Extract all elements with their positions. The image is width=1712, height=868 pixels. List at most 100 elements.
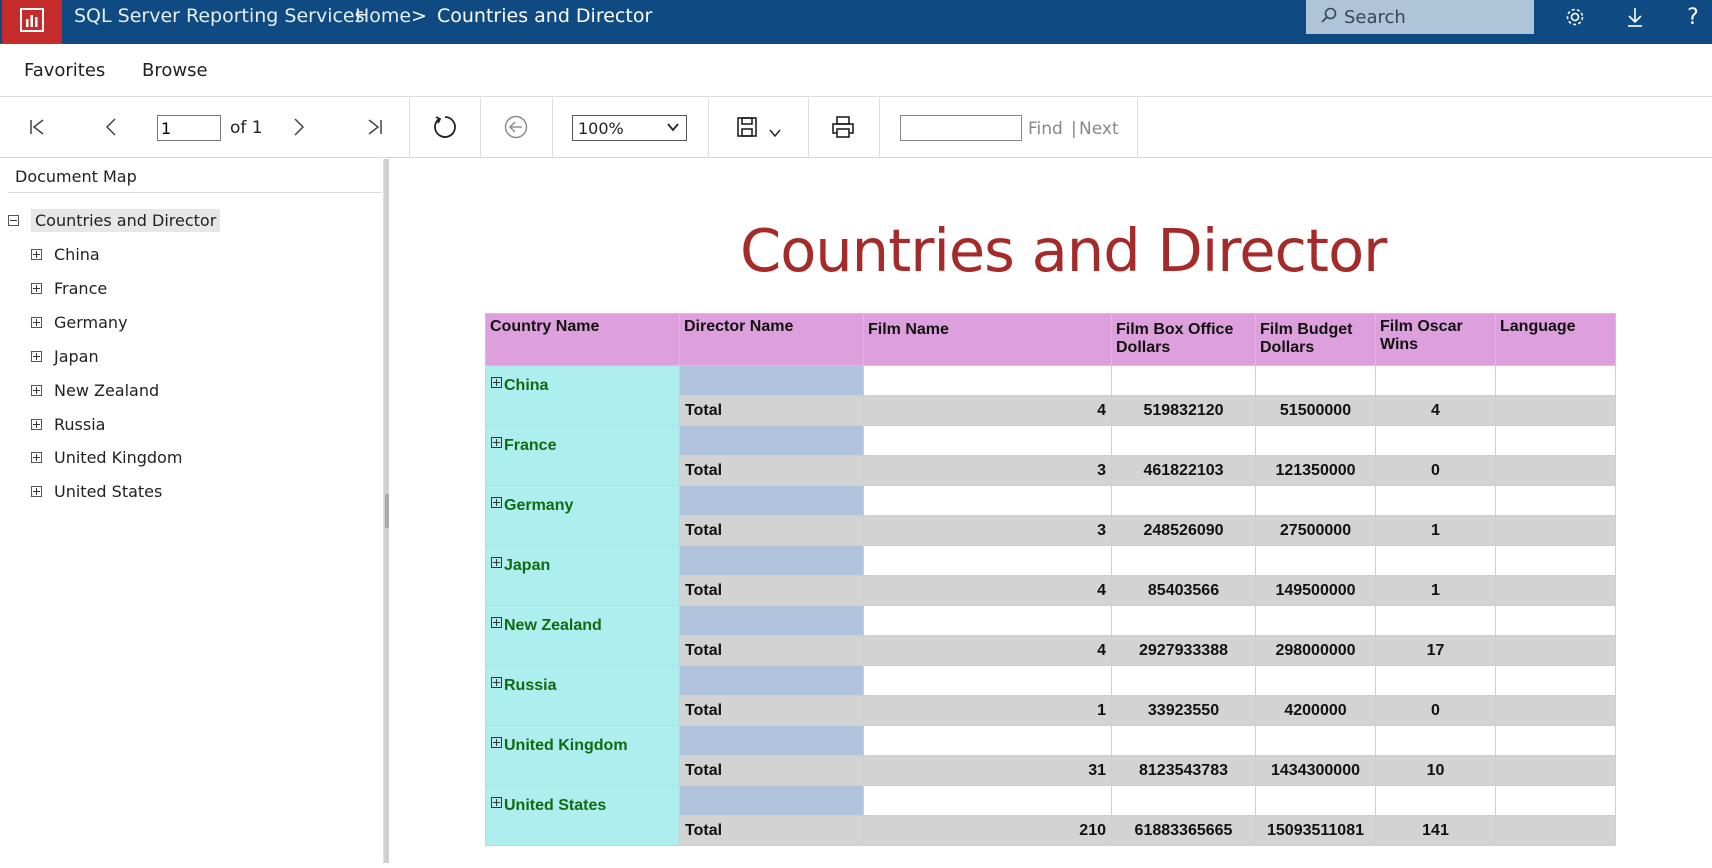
settings-gear-icon[interactable] bbox=[1562, 4, 1588, 30]
tree-node-china[interactable]: China bbox=[31, 241, 100, 267]
total-label: Total bbox=[679, 635, 864, 666]
previous-page-icon[interactable] bbox=[96, 112, 126, 142]
next-page-icon[interactable] bbox=[284, 112, 314, 142]
expand-icon[interactable] bbox=[31, 282, 42, 294]
country-name[interactable]: United Kingdom bbox=[504, 732, 628, 759]
expand-icon[interactable] bbox=[491, 557, 502, 569]
back-to-parent-icon[interactable] bbox=[501, 112, 531, 142]
expand-icon[interactable] bbox=[31, 451, 42, 463]
zoom-select[interactable]: 100% bbox=[572, 115, 687, 141]
language-total bbox=[1495, 815, 1616, 846]
search-placeholder: Search bbox=[1344, 6, 1406, 28]
refresh-icon[interactable] bbox=[430, 112, 460, 142]
language-cell bbox=[1495, 725, 1616, 756]
download-icon[interactable] bbox=[1622, 4, 1648, 30]
expand-icon[interactable] bbox=[31, 248, 42, 260]
director-cell bbox=[679, 665, 864, 696]
total-label: Total bbox=[679, 395, 864, 426]
expand-icon[interactable] bbox=[31, 485, 42, 497]
first-page-icon[interactable] bbox=[22, 112, 52, 142]
budget-cell bbox=[1255, 485, 1376, 516]
tree-node-label[interactable]: United Kingdom bbox=[54, 448, 182, 467]
print-icon[interactable] bbox=[828, 112, 858, 142]
tree-node-new-zealand[interactable]: New Zealand bbox=[31, 377, 159, 403]
language-cell bbox=[1495, 425, 1616, 456]
total-label: Total bbox=[679, 455, 864, 486]
expand-icon[interactable] bbox=[31, 384, 42, 396]
oscar-total: 0 bbox=[1375, 455, 1496, 486]
expand-icon[interactable] bbox=[491, 377, 502, 389]
language-cell bbox=[1495, 785, 1616, 816]
tree-node-label[interactable]: Japan bbox=[54, 347, 99, 366]
search-input[interactable]: Search bbox=[1306, 0, 1534, 34]
last-page-icon[interactable] bbox=[360, 112, 390, 142]
report-logo-icon bbox=[19, 7, 45, 37]
country-name[interactable]: China bbox=[504, 372, 548, 399]
budget-total: 51500000 bbox=[1255, 395, 1376, 426]
column-header: Film Name bbox=[863, 313, 1112, 366]
chevron-down-icon[interactable] bbox=[760, 118, 790, 148]
tree-node-russia[interactable]: Russia bbox=[31, 411, 105, 437]
help-icon[interactable]: ? bbox=[1680, 4, 1706, 30]
toolbar-divider bbox=[708, 98, 709, 158]
tree-node-root-label[interactable]: Countries and Director bbox=[31, 208, 221, 232]
budget-total: 27500000 bbox=[1255, 515, 1376, 546]
find-next-link[interactable]: Next bbox=[1079, 119, 1119, 139]
expand-icon[interactable] bbox=[491, 737, 502, 749]
toolbar-divider bbox=[808, 98, 809, 158]
tree-node-united-kingdom[interactable]: United Kingdom bbox=[31, 444, 182, 470]
box-office-cell bbox=[1111, 485, 1256, 516]
oscar-total: 1 bbox=[1375, 575, 1496, 606]
expand-icon[interactable] bbox=[491, 617, 502, 629]
column-header: Director Name bbox=[679, 313, 864, 366]
save-export-icon[interactable] bbox=[732, 112, 762, 142]
expand-icon[interactable] bbox=[31, 418, 42, 430]
budget-total: 121350000 bbox=[1255, 455, 1376, 486]
tree-node-label[interactable]: France bbox=[54, 279, 107, 298]
tree-node-france[interactable]: France bbox=[31, 275, 107, 301]
expand-icon[interactable] bbox=[491, 497, 502, 509]
app-title[interactable]: SQL Server Reporting Services bbox=[74, 0, 365, 34]
find-link[interactable]: Find bbox=[1028, 119, 1063, 139]
report-toolbar: of 1 Find | Next bbox=[0, 98, 1712, 158]
box-office-cell bbox=[1111, 785, 1256, 816]
breadcrumb-home[interactable]: Home bbox=[355, 0, 411, 32]
tree-node-label[interactable]: United States bbox=[54, 482, 162, 501]
expand-icon[interactable] bbox=[31, 350, 42, 362]
find-text-input[interactable] bbox=[900, 115, 1022, 141]
oscar-cell bbox=[1375, 785, 1496, 816]
expand-icon[interactable] bbox=[491, 797, 502, 809]
budget-total: 15093511081 bbox=[1255, 815, 1376, 846]
total-label: Total bbox=[679, 755, 864, 786]
country-cell: United States bbox=[485, 785, 680, 846]
box-office-cell bbox=[1111, 605, 1256, 636]
splitter-handle[interactable] bbox=[385, 494, 389, 528]
expand-icon[interactable] bbox=[491, 437, 502, 449]
tree-node-label[interactable]: China bbox=[54, 245, 100, 264]
country-name[interactable]: France bbox=[504, 432, 556, 459]
expand-icon[interactable] bbox=[491, 677, 502, 689]
ssrs-logo[interactable] bbox=[2, 0, 62, 44]
page-number-input[interactable] bbox=[157, 115, 221, 141]
country-name[interactable]: United States bbox=[504, 792, 606, 819]
oscar-cell bbox=[1375, 365, 1496, 396]
tree-node-label[interactable]: Germany bbox=[54, 313, 128, 332]
tree-node-label[interactable]: New Zealand bbox=[54, 381, 159, 400]
expand-icon[interactable] bbox=[31, 316, 42, 328]
country-name[interactable]: Japan bbox=[504, 552, 550, 579]
tree-node-japan[interactable]: Japan bbox=[31, 343, 99, 369]
country-name[interactable]: New Zealand bbox=[504, 612, 602, 639]
director-cell bbox=[679, 605, 864, 636]
nav-favorites[interactable]: Favorites bbox=[24, 60, 105, 81]
box-office-total: 85403566 bbox=[1111, 575, 1256, 606]
breadcrumb-current: Countries and Director bbox=[437, 5, 653, 27]
tree-node-label[interactable]: Russia bbox=[54, 415, 105, 434]
collapse-icon[interactable] bbox=[8, 214, 19, 226]
budget-total: 1434300000 bbox=[1255, 755, 1376, 786]
tree-node-germany[interactable]: Germany bbox=[31, 309, 128, 335]
country-name[interactable]: Russia bbox=[504, 672, 556, 699]
tree-node-united-states[interactable]: United States bbox=[31, 478, 162, 504]
tree-node-root[interactable]: Countries and Director bbox=[8, 207, 221, 233]
country-name[interactable]: Germany bbox=[504, 492, 573, 519]
nav-browse[interactable]: Browse bbox=[142, 60, 208, 81]
